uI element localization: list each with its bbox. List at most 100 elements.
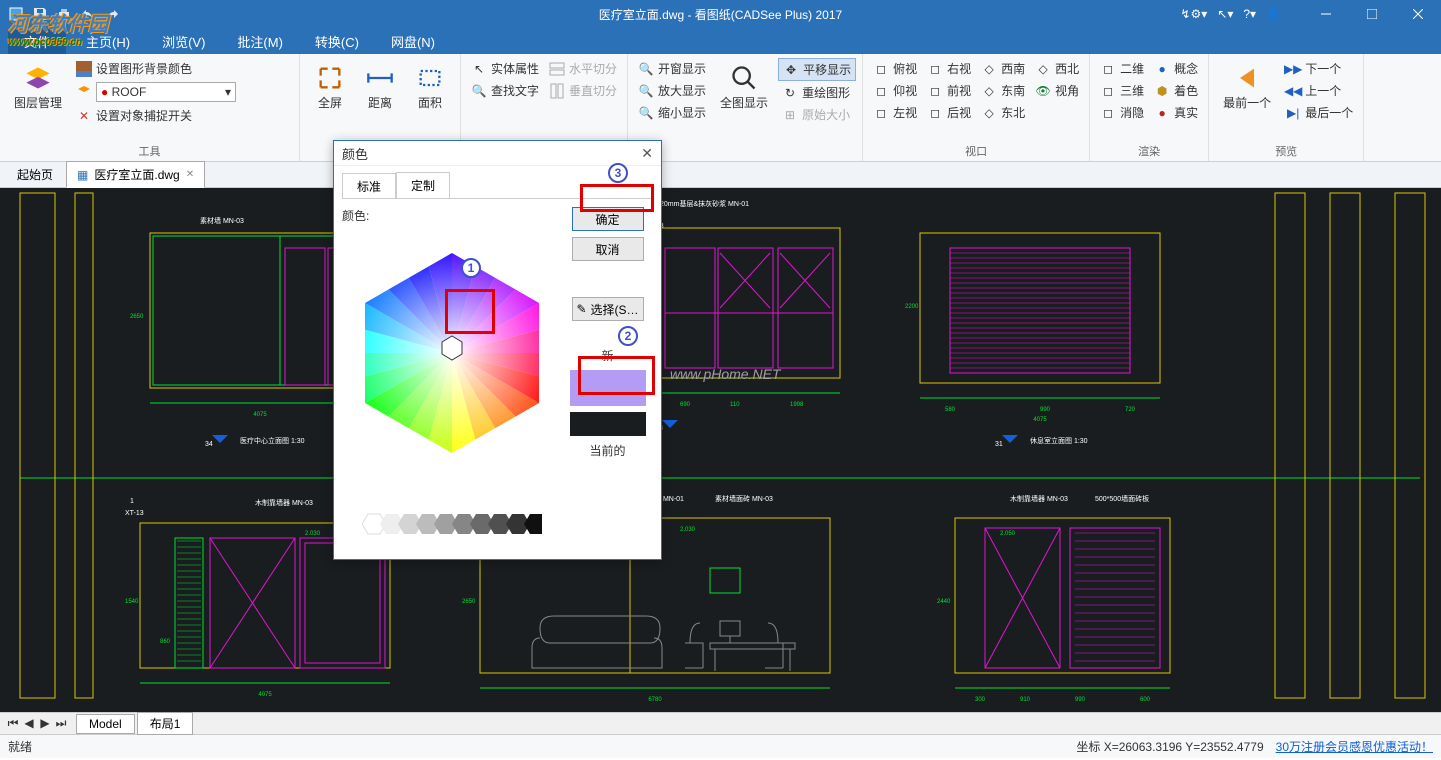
canvas-area[interactable]: 4075 2650 34 医疗中心立面图 1:30 素材墙 MN-03 690 …: [0, 188, 1441, 712]
view-top[interactable]: ◻俯视: [869, 58, 921, 79]
h-split-button[interactable]: 水平切分: [545, 58, 621, 79]
status-promo-link[interactable]: 30万注册会员感恩优惠活动！: [1276, 738, 1433, 755]
print-icon[interactable]: [54, 5, 74, 23]
svg-text:860: 860: [160, 639, 171, 645]
menu-home[interactable]: 主页(H): [74, 29, 142, 54]
render-hide[interactable]: ◻消隐: [1096, 102, 1148, 123]
close-tab-icon[interactable]: ✕: [186, 169, 194, 180]
render-2d[interactable]: ◻二维: [1096, 58, 1148, 79]
svg-text:6780: 6780: [648, 697, 662, 703]
svg-text:2440: 2440: [937, 599, 951, 605]
maximize-button[interactable]: [1349, 0, 1395, 28]
tab-nav-arrows: ⏮ ◀ ▶ ⏭: [6, 716, 68, 731]
view-back[interactable]: ◻后视: [923, 102, 975, 123]
view-nw[interactable]: ◇西北: [1031, 58, 1083, 79]
ribbon-group-preview: 最前一个 ▶▶下一个 ◀◀上一个 ▶|最后一个 预览: [1209, 54, 1364, 161]
status-coord: 坐标 X=26063.3196 Y=23552.4779: [1076, 738, 1263, 755]
dialog-tab-custom[interactable]: 定制: [396, 172, 450, 198]
entity-prop-button[interactable]: ↖实体属性: [467, 58, 543, 79]
svg-text:910: 910: [1020, 697, 1031, 703]
close-button[interactable]: [1395, 0, 1441, 28]
menu-convert[interactable]: 转换(C): [303, 29, 371, 54]
svg-text:木制靠墙器 MN-03: 木制靠墙器 MN-03: [1010, 494, 1068, 503]
view-right[interactable]: ◻右视: [923, 58, 975, 79]
app-icon[interactable]: [6, 5, 26, 23]
wrench-icon[interactable]: ↯⚙▾: [1180, 7, 1207, 21]
layer-select-row[interactable]: ● ROOF▾: [72, 80, 240, 104]
render-concept[interactable]: ●概念: [1150, 58, 1202, 79]
svg-text:2200: 2200: [905, 304, 919, 310]
color-hex-picker[interactable]: [342, 228, 562, 488]
cursor-icon[interactable]: ↖▾: [1217, 7, 1233, 21]
tab-first-icon[interactable]: ⏮: [6, 716, 20, 731]
view-se[interactable]: ◇东南: [977, 80, 1029, 101]
area-button[interactable]: 面积: [406, 58, 454, 115]
tab-start[interactable]: 起始页: [6, 161, 64, 188]
svg-text:34: 34: [205, 441, 213, 448]
v-split-button[interactable]: 垂直切分: [545, 80, 621, 101]
layer-select[interactable]: ● ROOF▾: [96, 82, 236, 102]
view-up[interactable]: ◻仰视: [869, 80, 921, 101]
last-button[interactable]: ▶|最后一个: [1281, 102, 1357, 123]
grayscale-row[interactable]: [342, 493, 562, 545]
svg-text:4075: 4075: [258, 692, 272, 698]
dialog-tab-standard[interactable]: 标准: [342, 173, 396, 199]
svg-text:休息室立面图 1:30: 休息室立面图 1:30: [1030, 436, 1088, 445]
document-tabs: 起始页 ▦医疗室立面.dwg✕: [0, 162, 1441, 188]
zoom-all-button[interactable]: 全图显示: [712, 58, 776, 115]
svg-text:110: 110: [730, 402, 740, 408]
zoom-out-button[interactable]: 🔍缩小显示: [634, 102, 710, 123]
view-sw[interactable]: ◇西南: [977, 58, 1029, 79]
render-3d[interactable]: ◻三维: [1096, 80, 1148, 101]
dialog-title-bar[interactable]: 颜色 ✕: [334, 141, 661, 166]
cancel-button[interactable]: 取消: [572, 237, 644, 261]
tab-prev-icon[interactable]: ◀: [22, 716, 36, 731]
render-group-label: 渲染: [1096, 141, 1202, 161]
zoom-in-button[interactable]: 🔍放大显示: [634, 80, 710, 101]
tab-last-icon[interactable]: ⏭: [54, 716, 68, 731]
help-icon[interactable]: ?▾: [1243, 7, 1256, 21]
svg-text:素材墙 MN-03: 素材墙 MN-03: [200, 216, 244, 225]
orig-size-button[interactable]: ⊞原始大小: [778, 104, 856, 125]
ribbon-group-viewport: ◻俯视 ◻仰视 ◻左视 ◻右视 ◻前视 ◻后视 ◇西南 ◇东南 ◇东北 ◇西北 …: [863, 54, 1090, 161]
view-ne[interactable]: ◇东北: [977, 102, 1029, 123]
distance-button[interactable]: 距离: [356, 58, 404, 115]
svg-text:1998: 1998: [790, 402, 804, 408]
redraw-button[interactable]: ↻重绘图形: [778, 82, 856, 103]
minimize-button[interactable]: [1303, 0, 1349, 28]
view-front[interactable]: ◻前视: [923, 80, 975, 101]
window-controls: [1303, 0, 1441, 28]
menu-cloud[interactable]: 网盘(N): [379, 29, 447, 54]
menu-annotate[interactable]: 批注(M): [225, 29, 295, 54]
zoom-window-button[interactable]: 🔍开窗显示: [634, 58, 710, 79]
view-left[interactable]: ◻左视: [869, 102, 921, 123]
callout-circle-1: 1: [461, 258, 481, 278]
user-icon[interactable]: 👤: [1266, 7, 1281, 21]
tab-next-icon[interactable]: ▶: [38, 716, 52, 731]
layer-manager-button[interactable]: 图层管理: [6, 58, 70, 115]
svg-text:500*500墙面砖板: 500*500墙面砖板: [1095, 494, 1149, 503]
callout-circle-2: 2: [618, 326, 638, 346]
fullscreen-button[interactable]: 全屏: [306, 58, 354, 115]
menu-file[interactable]: 文件: [8, 29, 66, 54]
menu-view[interactable]: 浏览(V): [150, 29, 217, 54]
find-text-button[interactable]: 🔍查找文字: [467, 80, 543, 101]
view-angle[interactable]: 👁视角: [1031, 80, 1083, 101]
render-real[interactable]: ●真实: [1150, 102, 1202, 123]
redo-icon[interactable]: [102, 5, 122, 23]
undo-icon[interactable]: [78, 5, 98, 23]
bg-color-button[interactable]: 设置图形背景颜色: [72, 58, 240, 79]
dialog-close-icon[interactable]: ✕: [641, 145, 653, 162]
next-button[interactable]: ▶▶下一个: [1281, 58, 1357, 79]
svg-text:4075: 4075: [253, 412, 267, 418]
pick-color-button[interactable]: ✎选择(S…: [572, 297, 644, 321]
render-shade[interactable]: ⬢着色: [1150, 80, 1202, 101]
prev-one-button[interactable]: 最前一个: [1215, 58, 1279, 115]
save-icon[interactable]: [30, 5, 50, 23]
tab-doc1[interactable]: ▦医疗室立面.dwg✕: [66, 161, 205, 188]
prev-button[interactable]: ◀◀上一个: [1281, 80, 1357, 101]
tab-model[interactable]: Model: [76, 714, 135, 734]
tab-layout1[interactable]: 布局1: [137, 712, 194, 735]
object-snap-button[interactable]: ✕设置对象捕捉开关: [72, 105, 240, 126]
pan-button[interactable]: ✥平移显示: [778, 58, 856, 81]
